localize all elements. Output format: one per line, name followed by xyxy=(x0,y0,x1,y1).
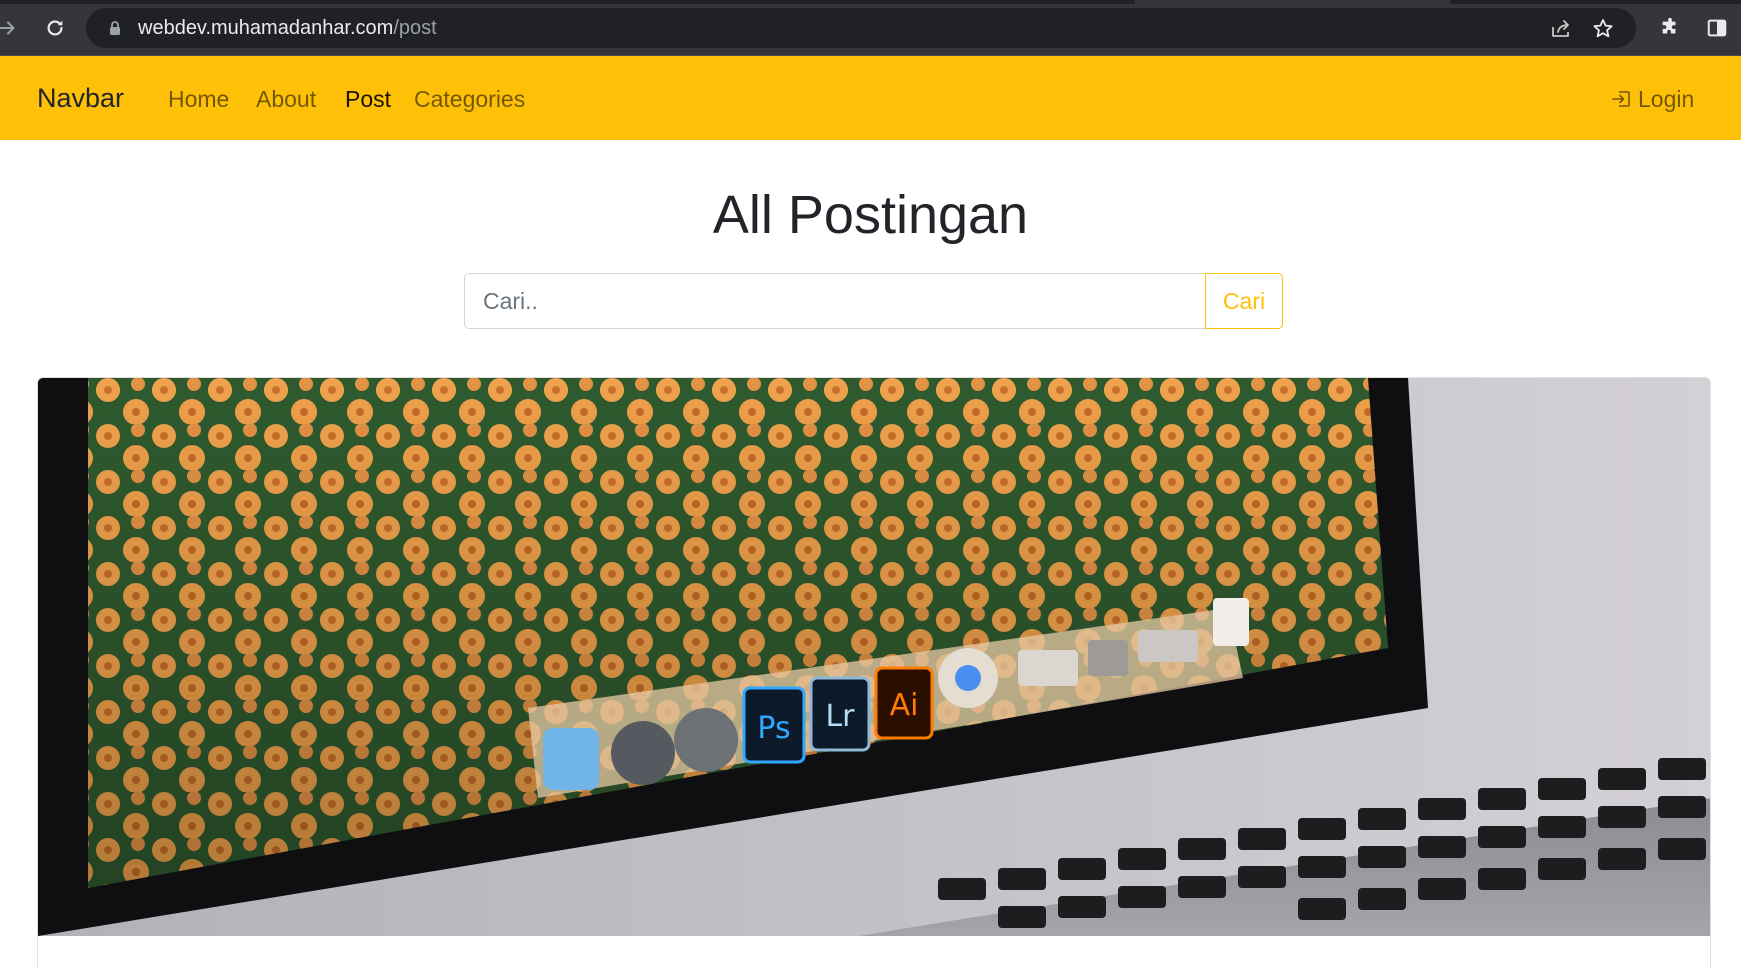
browser-toolbar: webdev.muhamadanhar.com/post xyxy=(0,0,1741,56)
address-bar[interactable]: webdev.muhamadanhar.com/post xyxy=(86,8,1636,48)
post-hero-image[interactable]: Ps Lr Ai xyxy=(38,378,1711,936)
tab-strip xyxy=(0,0,1741,4)
reload-icon[interactable] xyxy=(41,14,69,42)
login-icon xyxy=(1612,91,1630,107)
nav-link-about[interactable]: About xyxy=(256,85,316,113)
svg-text:Lr: Lr xyxy=(825,699,855,734)
nav-link-categories[interactable]: Categories xyxy=(414,85,525,113)
bookmark-star-icon[interactable] xyxy=(1591,17,1615,41)
navbar-brand[interactable]: Navbar xyxy=(37,81,124,115)
login-link[interactable]: Login xyxy=(1610,83,1694,115)
url-path: /post xyxy=(393,17,437,39)
lock-icon[interactable] xyxy=(106,19,124,37)
share-icon[interactable] xyxy=(1549,17,1573,41)
active-tab-indicator xyxy=(1135,0,1450,4)
post-card: Ps Lr Ai xyxy=(37,377,1711,968)
search-form: Cari xyxy=(464,273,1283,329)
navbar: Navbar Home About Post Categories Login xyxy=(0,56,1741,140)
side-panel-icon[interactable] xyxy=(1703,14,1731,42)
url-text[interactable]: webdev.muhamadanhar.com/post xyxy=(138,16,437,40)
svg-text:Ps: Ps xyxy=(757,711,790,746)
svg-text:Ai: Ai xyxy=(890,688,919,723)
search-button[interactable]: Cari xyxy=(1205,273,1283,329)
extensions-icon[interactable] xyxy=(1656,14,1684,42)
search-input[interactable] xyxy=(464,273,1205,329)
forward-icon[interactable] xyxy=(0,14,22,42)
nav-link-home[interactable]: Home xyxy=(168,85,229,113)
login-label: Login xyxy=(1638,85,1695,112)
url-host: webdev.muhamadanhar.com xyxy=(138,17,394,39)
nav-link-post[interactable]: Post xyxy=(345,85,391,113)
page-title: All Postingan xyxy=(712,185,1029,245)
